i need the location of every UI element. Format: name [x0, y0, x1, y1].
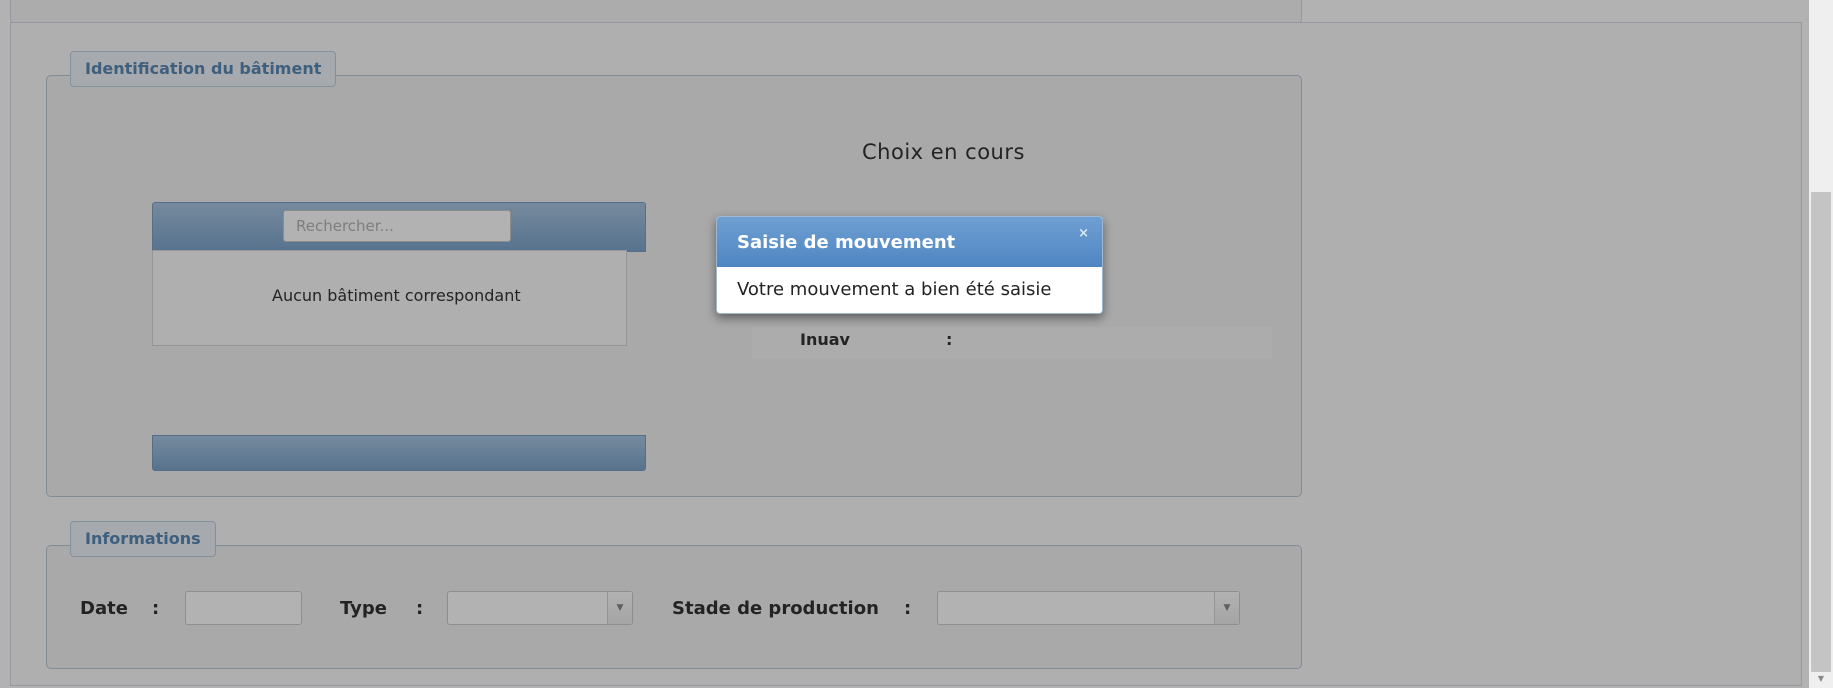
- scroll-down-arrow-icon[interactable]: ▼: [1812, 672, 1830, 686]
- dialog-titlebar: Saisie de mouvement ×: [717, 217, 1102, 267]
- close-icon[interactable]: ×: [1078, 226, 1089, 241]
- modal-overlay[interactable]: [0, 0, 1809, 688]
- dialog-message: Votre mouvement a bien été saisie: [737, 279, 1052, 300]
- dialog-title: Saisie de mouvement: [737, 232, 956, 253]
- confirmation-dialog: Saisie de mouvement × Votre mouvement a …: [716, 216, 1103, 314]
- scrollbar-thumb[interactable]: [1811, 192, 1831, 672]
